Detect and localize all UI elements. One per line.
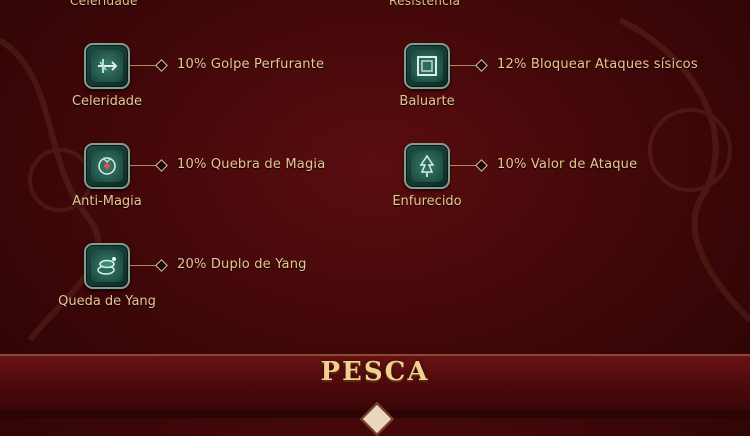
square-shield-icon — [417, 56, 437, 76]
skill-slot[interactable] — [84, 43, 130, 89]
section-title[interactable]: PESCA — [0, 357, 750, 387]
tree-fist-icon — [419, 154, 435, 177]
diamond-bullet-icon — [155, 259, 168, 272]
skill-description: 10% Golpe Perfurante — [177, 57, 325, 72]
diamond-bullet-icon — [155, 159, 168, 172]
skill-name: Enfurecido — [392, 194, 462, 209]
skill-description: 10% Valor de Ataque — [497, 157, 638, 172]
cut-off-skill-label-right: Resistência — [389, 0, 461, 8]
skill-description: 10% Quebra de Magia — [177, 157, 326, 172]
skill-name: Anti-Magia — [72, 194, 142, 209]
skill-name: Celeridade — [71, 94, 143, 109]
skill-description: 12% Bloquear Ataques sísicos — [497, 57, 698, 72]
skill-slot[interactable] — [84, 243, 130, 289]
diamond-bullet-icon — [155, 59, 168, 72]
crossed-swords-icon — [98, 59, 118, 73]
skill-slot[interactable] — [84, 143, 130, 189]
skill-slot[interactable] — [404, 143, 450, 189]
skill-description: 20% Duplo de Yang — [177, 257, 307, 272]
diamond-bullet-icon — [475, 59, 488, 72]
heart-flower-icon — [98, 157, 116, 175]
skill-name: Queda de Yang — [58, 294, 156, 309]
yang-coins-icon — [97, 257, 116, 275]
skill-name: Baluarte — [399, 94, 455, 109]
skill-slot[interactable] — [404, 43, 450, 89]
diamond-bullet-icon — [475, 159, 488, 172]
cut-off-skill-label-left: Celeridade — [70, 0, 138, 8]
